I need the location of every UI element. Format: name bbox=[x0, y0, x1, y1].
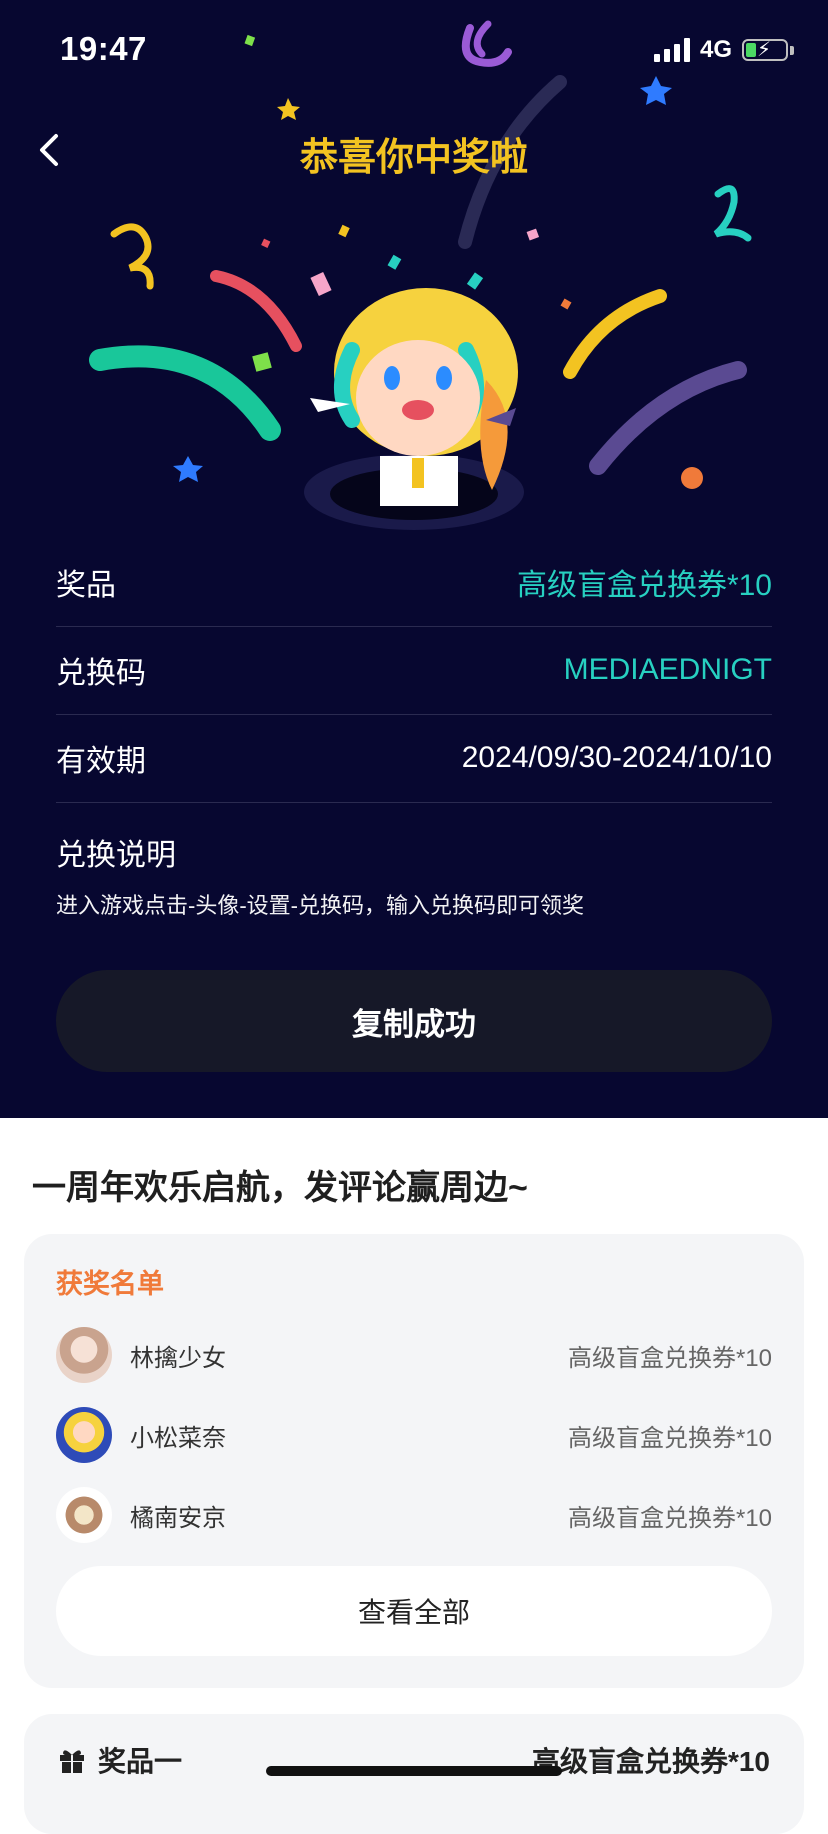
signal-icon bbox=[653, 38, 690, 62]
status-time: 19:47 bbox=[60, 30, 147, 67]
avatar bbox=[56, 1327, 112, 1383]
validity-value: 2024/09/30-2024/10/10 bbox=[461, 741, 772, 774]
code-label: 兑换码 bbox=[56, 657, 146, 690]
winner-row[interactable]: 小松菜奈 高级盲盒兑换券*10 bbox=[56, 1406, 772, 1464]
page-title: 恭喜你中奖啦 bbox=[299, 137, 528, 179]
prize-row: 奖品 高级盲盒兑换券*10 bbox=[56, 538, 772, 627]
event-title: 一周年欢乐启航，发评论赢周边~ bbox=[32, 1169, 528, 1207]
battery-icon: ⚡ bbox=[742, 39, 788, 61]
copy-button[interactable]: 复制成功 bbox=[56, 970, 772, 1072]
battery-tip bbox=[790, 45, 794, 55]
winner-name: 林擒少女 bbox=[130, 1344, 226, 1372]
prize-label: 奖品 bbox=[56, 569, 116, 602]
winner-row[interactable]: 林擒少女 高级盲盒兑换券*10 bbox=[56, 1326, 772, 1384]
home-indicator bbox=[266, 1766, 562, 1776]
hero-section: 19:47 4G ⚡ 恭喜你中奖啦 奖品 高级盲盒兑换券*10 兑换码 MEDI… bbox=[0, 0, 828, 1118]
winner-prize: 高级盲盒兑换券*10 bbox=[567, 1344, 772, 1372]
winners-title: 获奖名单 bbox=[56, 1269, 164, 1299]
prize-item-name: 奖品一 bbox=[98, 1746, 183, 1777]
gift-icon bbox=[60, 1750, 84, 1773]
validity-row: 有效期 2024/09/30-2024/10/10 bbox=[56, 714, 772, 803]
winner-prize: 高级盲盒兑换券*10 bbox=[567, 1504, 772, 1532]
winner-name: 橘南安京 bbox=[130, 1504, 226, 1532]
prize-value: 高级盲盒兑换券*10 bbox=[516, 569, 772, 602]
prize-item-label: 奖品一 bbox=[58, 1740, 182, 1780]
prize-item-value: 高级盲盒兑换券*10 bbox=[531, 1746, 770, 1777]
winner-name: 小松菜奈 bbox=[130, 1424, 226, 1452]
status-indicators: 4G ⚡ bbox=[653, 36, 794, 64]
instructions-title: 兑换说明 bbox=[56, 839, 176, 872]
redeem-code[interactable]: MEDIAEDNIGT bbox=[564, 653, 772, 687]
status-bar: 19:47 4G ⚡ bbox=[0, 0, 828, 100]
view-all-button[interactable]: 查看全部 bbox=[56, 1566, 772, 1656]
avatar bbox=[56, 1407, 112, 1463]
network-label: 4G bbox=[699, 36, 732, 63]
winner-prize: 高级盲盒兑换券*10 bbox=[567, 1424, 772, 1452]
instructions-text: 进入游戏点击-头像-设置-兑换码，输入兑换码即可领奖 bbox=[56, 893, 584, 918]
avatar bbox=[56, 1487, 112, 1543]
winners-card: 获奖名单 林擒少女 高级盲盒兑换券*10 小松菜奈 高级盲盒兑换券*10 橘南安… bbox=[24, 1234, 804, 1688]
validity-label: 有效期 bbox=[56, 745, 146, 778]
code-row: 兑换码 MEDIAEDNIGT bbox=[56, 626, 772, 715]
winner-row[interactable]: 橘南安京 高级盲盒兑换券*10 bbox=[56, 1486, 772, 1544]
